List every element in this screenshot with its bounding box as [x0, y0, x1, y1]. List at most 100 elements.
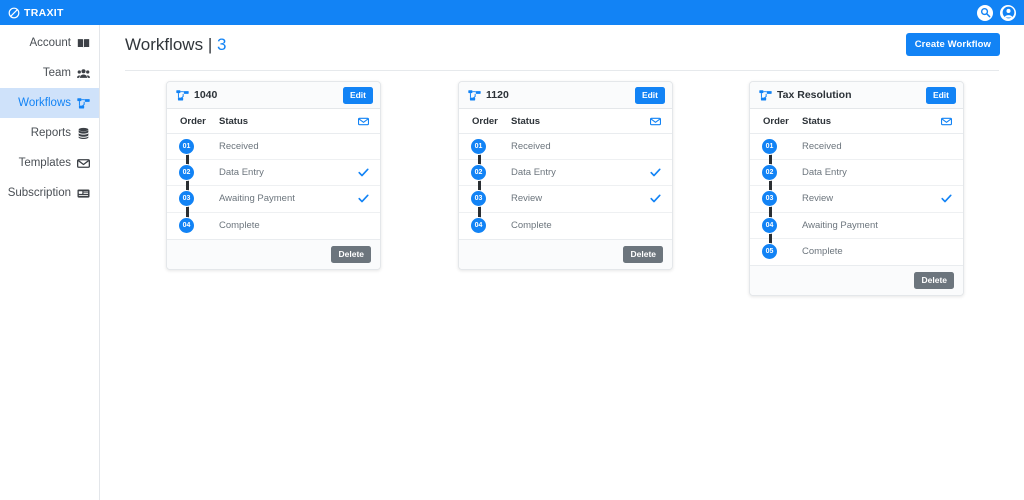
brand-name: TRAXIT — [24, 6, 64, 19]
step-order-badge: 04 — [179, 218, 194, 234]
sidebar-item-workflows[interactable]: Workflows — [0, 88, 99, 118]
project-diagram-icon — [468, 89, 481, 101]
card-header: Tax Resolution Edit — [750, 82, 963, 109]
step-order-badge: 01 — [179, 139, 194, 155]
credit-card-icon — [77, 188, 90, 198]
workflow-card-list: 1040 Edit Order Status 01 Received 02 Da… — [100, 81, 1024, 461]
step-status-label: Awaiting Payment — [219, 193, 295, 205]
users-group-icon — [77, 67, 90, 80]
step-order-badge: 03 — [471, 191, 486, 207]
card-footer: Delete — [750, 264, 963, 295]
step-connector-line — [185, 147, 189, 226]
main-content: Workflows | 3 Create Workflow 1040 Edit … — [100, 25, 1024, 500]
project-diagram-icon — [468, 89, 481, 102]
top-bar: TRAXIT — [0, 0, 1024, 25]
project-diagram-icon — [77, 97, 90, 109]
delete-workflow-button[interactable]: Delete — [914, 271, 954, 289]
project-diagram-icon — [759, 89, 772, 102]
envelope-icon[interactable] — [647, 116, 663, 127]
card-title: Tax Resolution — [777, 89, 852, 101]
step-order-cell: 05 — [750, 244, 802, 260]
sidebar-item-team[interactable]: Team — [0, 58, 99, 88]
step-order-badge: 03 — [762, 191, 777, 207]
edit-workflow-button[interactable]: Edit — [925, 86, 956, 104]
sidebar-item-label: Team — [42, 67, 71, 79]
step-check-cell — [355, 193, 371, 204]
step-order-cell: 02 — [750, 165, 802, 181]
check-icon — [649, 168, 661, 177]
step-order-badge: 03 — [179, 191, 194, 207]
column-header-status: Status — [802, 115, 832, 127]
edit-workflow-button[interactable]: Edit — [634, 86, 665, 104]
sidebar-item-label: Account — [29, 37, 71, 49]
workflow-card: 1120 Edit Order Status 01 Received 02 Da… — [458, 81, 673, 270]
envelope-icon[interactable] — [355, 116, 371, 127]
step-order-badge: 04 — [471, 218, 486, 234]
step-check-cell — [647, 167, 663, 178]
card-title: 1120 — [486, 89, 509, 101]
envelope-icon — [940, 117, 952, 125]
workflow-card: 1040 Edit Order Status 01 Received 02 Da… — [166, 81, 381, 270]
step-status-label: Review — [802, 193, 834, 205]
workflow-step-row: 03 Review — [459, 186, 672, 213]
envelope-icon[interactable] — [938, 116, 954, 127]
column-header-order: Order — [180, 115, 206, 127]
account-button[interactable] — [1000, 4, 1016, 21]
workflow-step-row: 02 Data Entry — [750, 160, 963, 187]
workflow-step-row: 01 Received — [167, 134, 380, 161]
workflow-step-row: 02 Data Entry — [459, 160, 672, 187]
sidebar: Account Team Workflows Reports Templates… — [0, 25, 100, 500]
step-status-label: Received — [219, 141, 259, 153]
ban-circle-slash-icon — [8, 7, 20, 18]
card-footer: Delete — [167, 238, 380, 269]
step-order-badge: 01 — [762, 139, 777, 155]
users-group-icon — [77, 68, 90, 78]
step-order-cell: 01 — [459, 139, 511, 155]
step-connector-line — [477, 147, 481, 226]
step-status-label: Data Entry — [802, 167, 847, 179]
step-order-cell: 02 — [167, 165, 219, 181]
search-button[interactable] — [977, 4, 993, 21]
search-icon — [980, 7, 990, 18]
step-order-badge: 02 — [762, 165, 777, 181]
step-status-label: Awaiting Payment — [802, 219, 878, 231]
credit-card-icon — [77, 187, 90, 200]
step-order-badge: 04 — [762, 217, 777, 233]
step-status-label: Data Entry — [219, 167, 264, 179]
workflow-step-row: 02 Data Entry — [167, 160, 380, 187]
envelope-icon — [649, 117, 661, 125]
workflow-step-row: 05 Complete — [750, 239, 963, 265]
column-header-order: Order — [472, 115, 498, 127]
step-check-cell — [355, 167, 371, 178]
user-circle-icon — [1002, 6, 1014, 19]
page-header: Workflows | 3 Create Workflow — [100, 25, 1024, 63]
step-order-badge: 05 — [762, 244, 777, 260]
step-status-label: Complete — [511, 220, 552, 232]
sidebar-item-subscription[interactable]: Subscription — [0, 178, 99, 208]
header-divider — [125, 70, 999, 71]
step-status-label: Data Entry — [511, 167, 556, 179]
step-order-cell: 01 — [167, 139, 219, 155]
sidebar-item-account[interactable]: Account — [0, 28, 99, 58]
delete-workflow-button[interactable]: Delete — [623, 245, 663, 263]
check-icon — [940, 194, 952, 203]
workflow-step-list: 01 Received 02 Data Entry 03 Review 04 A… — [750, 134, 963, 265]
envelope-icon — [77, 157, 90, 170]
project-diagram-icon — [759, 89, 772, 101]
card-column-header: Order Status — [167, 109, 380, 134]
check-icon — [649, 194, 661, 203]
column-header-status: Status — [511, 115, 541, 127]
brand-logo[interactable]: TRAXIT — [8, 7, 64, 19]
step-order-cell: 03 — [750, 191, 802, 207]
edit-workflow-button[interactable]: Edit — [342, 86, 373, 104]
project-diagram-icon — [77, 97, 90, 110]
card-column-header: Order Status — [459, 109, 672, 134]
delete-workflow-button[interactable]: Delete — [331, 245, 371, 263]
sidebar-item-templates[interactable]: Templates — [0, 148, 99, 178]
step-order-cell: 04 — [750, 217, 802, 233]
step-order-badge: 02 — [179, 165, 194, 181]
workflow-step-row: 01 Received — [459, 134, 672, 161]
create-workflow-button[interactable]: Create Workflow — [905, 33, 1000, 56]
sidebar-item-reports[interactable]: Reports — [0, 118, 99, 148]
workflow-step-row: 04 Complete — [459, 213, 672, 239]
